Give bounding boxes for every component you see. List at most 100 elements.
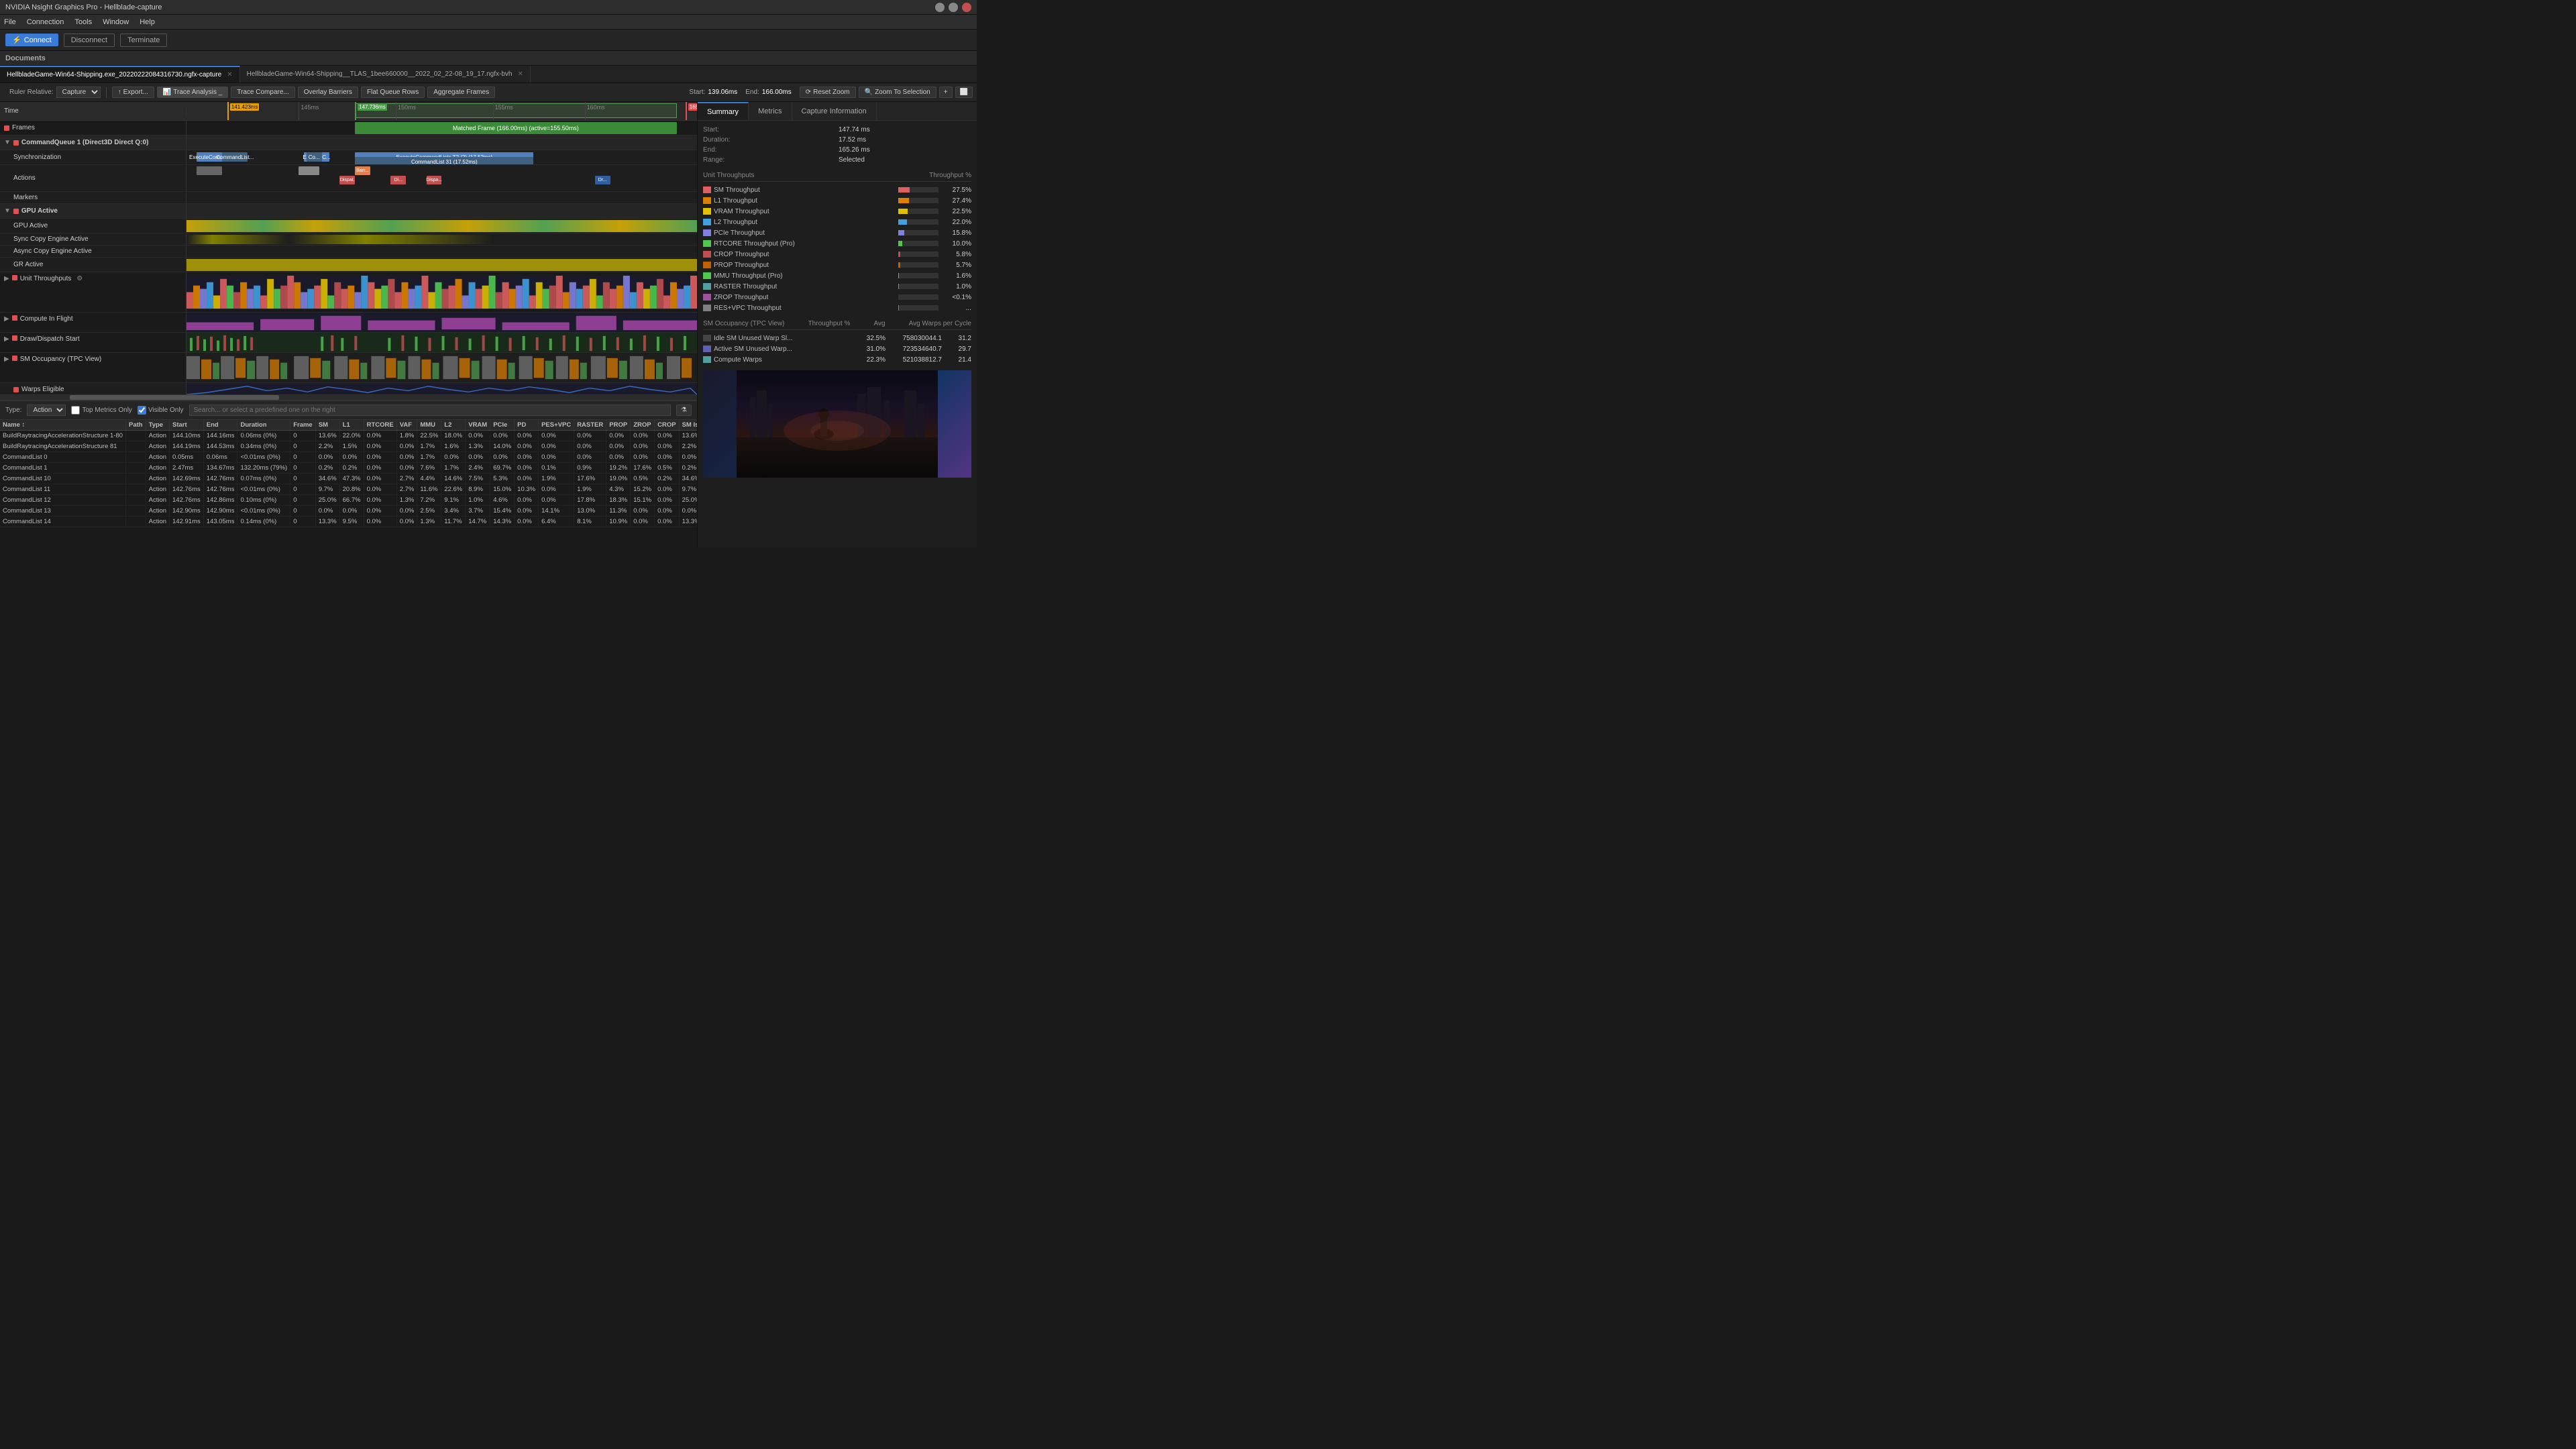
table-row[interactable]: CommandList 0Action0.05ms0.06ms<0.01ms (… bbox=[0, 452, 697, 463]
col-path[interactable]: Path bbox=[126, 420, 146, 431]
zoom-selection-button[interactable]: 🔍 Zoom To Selection bbox=[859, 87, 936, 98]
data-table[interactable]: Name ↕ Path Type Start End Duration Fram… bbox=[0, 420, 697, 547]
flat-queue-rows-button[interactable]: Flat Queue Rows bbox=[361, 87, 425, 98]
trace-analysis-button[interactable]: 📊 Trace Analysis _ bbox=[157, 87, 228, 98]
table-row[interactable]: BuildRaytracingAccelerationStructure 81A… bbox=[0, 441, 697, 452]
timeline-scrollbar[interactable] bbox=[0, 394, 697, 400]
ruler-select[interactable]: Capture bbox=[56, 87, 101, 98]
throughput-color-indicator bbox=[703, 305, 711, 311]
col-pesvpc[interactable]: PES+VPC bbox=[539, 420, 574, 431]
right-content[interactable]: Start: 147.74 ms Duration: 17.52 ms End:… bbox=[698, 121, 977, 547]
throughput-row: ZROP Throughput <0.1% bbox=[703, 292, 971, 303]
table-row[interactable]: CommandList 1Action2.47ms134.67ms132.20m… bbox=[0, 463, 697, 474]
col-vaf[interactable]: VAF bbox=[396, 420, 417, 431]
type-select[interactable]: Action bbox=[27, 405, 66, 416]
file-tab-2[interactable]: HellbladeGame-Win64-Shipping__TLAS_1bee6… bbox=[240, 66, 531, 83]
col-crop[interactable]: CROP bbox=[655, 420, 679, 431]
export-button[interactable]: ↑ Export... bbox=[112, 87, 154, 98]
table-row[interactable]: CommandList 10Action142.69ms142.76ms0.07… bbox=[0, 474, 697, 484]
table-cell: Action bbox=[146, 463, 169, 474]
ut-config-icon[interactable]: ⚙ bbox=[76, 275, 83, 282]
table-cell: 1.3% bbox=[417, 517, 441, 527]
file-tab-1-close[interactable]: ✕ bbox=[227, 71, 232, 78]
col-duration[interactable]: Duration bbox=[237, 420, 290, 431]
cif-collapse[interactable]: ▶ bbox=[4, 315, 9, 323]
disconnect-button[interactable]: Disconnect bbox=[64, 34, 115, 47]
col-l1[interactable]: L1 bbox=[339, 420, 364, 431]
collapse-arrow-1[interactable]: ▼ bbox=[4, 139, 11, 146]
col-mmu[interactable]: MMU bbox=[417, 420, 441, 431]
actions-row: Actions Barr... Dispat. Di... Dispa... D… bbox=[0, 165, 697, 192]
minimize-btn[interactable] bbox=[935, 3, 945, 12]
col-vram[interactable]: VRAM bbox=[466, 420, 490, 431]
top-metrics-checkbox[interactable] bbox=[71, 406, 80, 415]
overlay-barriers-button[interactable]: Overlay Barriers bbox=[298, 87, 358, 98]
close-btn[interactable] bbox=[962, 3, 971, 12]
throughput-bar-fill bbox=[898, 252, 900, 257]
tab-metrics[interactable]: Metrics bbox=[749, 102, 792, 120]
table-row[interactable]: CommandList 11Action142.76ms142.76ms<0.0… bbox=[0, 484, 697, 495]
col-zrop[interactable]: ZROP bbox=[631, 420, 655, 431]
reset-zoom-button[interactable]: ⟳ Reset Zoom bbox=[800, 87, 856, 98]
col-raster[interactable]: RASTER bbox=[574, 420, 606, 431]
menu-tools[interactable]: Tools bbox=[74, 18, 92, 26]
search-input[interactable] bbox=[189, 405, 671, 416]
terminate-button[interactable]: Terminate bbox=[120, 34, 167, 47]
settings-button[interactable]: + bbox=[939, 87, 953, 98]
menu-window[interactable]: Window bbox=[103, 18, 129, 26]
sm-warps: 31.2 bbox=[945, 335, 971, 342]
col-sm[interactable]: SM bbox=[315, 420, 339, 431]
top-metrics-label[interactable]: Top Metrics Only bbox=[71, 406, 131, 415]
collapse-arrow-2[interactable]: ▼ bbox=[4, 207, 11, 215]
col-pcie[interactable]: PCIe bbox=[490, 420, 515, 431]
table-row[interactable]: CommandList 13Action142.90ms142.90ms<0.0… bbox=[0, 506, 697, 517]
col-l2[interactable]: L2 bbox=[441, 420, 466, 431]
table-cell: 14.3% bbox=[490, 517, 515, 527]
menu-help[interactable]: Help bbox=[140, 18, 155, 26]
table-cell: 14.0% bbox=[490, 441, 515, 452]
table-cell: 1.7% bbox=[417, 452, 441, 463]
maximize-btn[interactable] bbox=[949, 3, 958, 12]
screenshot-preview bbox=[703, 370, 971, 478]
file-tab-1[interactable]: HellbladeGame-Win64-Shipping.exe_2022022… bbox=[0, 66, 240, 83]
table-row[interactable]: CommandList 14Action142.91ms143.05ms0.14… bbox=[0, 517, 697, 527]
dd-collapse[interactable]: ▶ bbox=[4, 335, 9, 343]
table-cell: 7.2% bbox=[417, 495, 441, 506]
throughput-name: CROP Throughput bbox=[714, 251, 896, 258]
fullscreen-button[interactable]: ⬜ bbox=[955, 87, 973, 98]
menu-file[interactable]: File bbox=[4, 18, 16, 26]
file-tab-2-close[interactable]: ✕ bbox=[517, 70, 523, 78]
col-pd[interactable]: PD bbox=[515, 420, 539, 431]
col-name[interactable]: Name ↕ bbox=[0, 420, 126, 431]
sm-occupancy-section: SM Occupancy (TPC View) Throughput % Avg… bbox=[703, 320, 971, 365]
col-start[interactable]: Start bbox=[170, 420, 204, 431]
trace-compare-button[interactable]: Trace Compare... bbox=[231, 87, 294, 98]
col-end[interactable]: End bbox=[203, 420, 237, 431]
table-cell: 0.0% bbox=[339, 506, 364, 517]
summary-end-label: End: bbox=[703, 146, 836, 154]
table-row[interactable]: BuildRaytracingAccelerationStructure 1-8… bbox=[0, 431, 697, 441]
visible-only-label[interactable]: Visible Only bbox=[138, 406, 184, 415]
table-row[interactable]: CommandList 12Action142.76ms142.86ms0.10… bbox=[0, 495, 697, 506]
ut-collapse[interactable]: ▶ bbox=[4, 275, 9, 282]
throughput-bar-fill bbox=[898, 187, 910, 193]
timeline-rows-container[interactable]: Frames Matched Frame (166.00ms) (active=… bbox=[0, 121, 697, 394]
search-filter-icon[interactable]: ⚗ bbox=[676, 405, 692, 416]
visible-only-checkbox[interactable] bbox=[138, 406, 146, 415]
col-smissue[interactable]: SM Issue bbox=[679, 420, 697, 431]
tab-summary[interactable]: Summary bbox=[698, 102, 749, 120]
menu-connection[interactable]: Connection bbox=[27, 18, 64, 26]
smo-collapse[interactable]: ▶ bbox=[4, 356, 9, 363]
col-frame[interactable]: Frame bbox=[290, 420, 316, 431]
col-prop[interactable]: PROP bbox=[606, 420, 631, 431]
warps-eligible-row: Warps Eligible bbox=[0, 383, 697, 394]
table-cell: CommandList 0 bbox=[0, 452, 126, 463]
scrollbar-thumb[interactable] bbox=[70, 395, 279, 400]
connect-button[interactable]: ⚡ Connect bbox=[5, 34, 58, 46]
aggregate-frames-button[interactable]: Aggregate Frames bbox=[427, 87, 495, 98]
frames-content: Matched Frame (166.00ms) (active=155.50m… bbox=[186, 121, 697, 135]
tab-capture-info[interactable]: Capture Information bbox=[792, 102, 877, 120]
col-rtcore[interactable]: RTCORE bbox=[364, 420, 396, 431]
col-type[interactable]: Type bbox=[146, 420, 169, 431]
table-cell: 0 bbox=[290, 441, 316, 452]
